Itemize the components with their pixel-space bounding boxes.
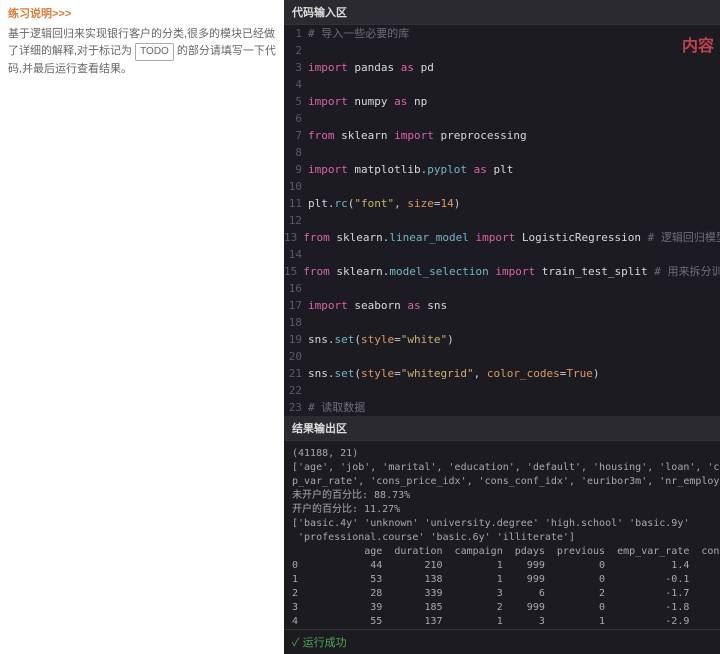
code-content[interactable] (308, 42, 720, 59)
code-content[interactable] (308, 212, 720, 229)
line-number: 7 (284, 127, 308, 144)
code-content[interactable] (308, 144, 720, 161)
code-content[interactable]: import numpy as np (308, 93, 720, 110)
code-line[interactable]: 14 (284, 246, 720, 263)
status-text: 运行成功 (303, 637, 347, 649)
code-line[interactable]: 15from sklearn.model_selection import tr… (284, 263, 720, 280)
code-line[interactable]: 5import numpy as np (284, 93, 720, 110)
code-content[interactable]: from sklearn.linear_model import Logisti… (303, 229, 720, 246)
code-line[interactable]: 9import matplotlib.pyplot as plt (284, 161, 720, 178)
code-line[interactable]: 20 (284, 348, 720, 365)
code-content[interactable]: plt.rc("font", size=14) (308, 195, 720, 212)
code-content[interactable]: import seaborn as sns (308, 297, 720, 314)
code-content[interactable] (308, 178, 720, 195)
line-number: 6 (284, 110, 308, 127)
code-content[interactable]: # 读取数据 (308, 399, 720, 416)
line-number: 21 (284, 365, 308, 382)
code-content[interactable] (308, 314, 720, 331)
line-number: 15 (284, 263, 303, 280)
line-number: 20 (284, 348, 308, 365)
code-content[interactable] (308, 382, 720, 399)
code-content[interactable]: import matplotlib.pyplot as plt (308, 161, 720, 178)
code-line[interactable]: 11plt.rc("font", size=14) (284, 195, 720, 212)
line-number: 3 (284, 59, 308, 76)
editor-panel: 内容 代码输入区 1# 导入一些必要的库23import pandas as p… (284, 0, 720, 654)
instructions-panel: 练习说明>>> 基于逻辑回归来实现银行客户的分类,很多的模块已经做了详细的解释,… (0, 0, 284, 654)
code-line[interactable]: 16 (284, 280, 720, 297)
code-line[interactable]: 4 (284, 76, 720, 93)
line-number: 16 (284, 280, 308, 297)
code-content[interactable] (308, 348, 720, 365)
code-section-header: 代码输入区 (284, 0, 720, 25)
watermark-text: 内容 (682, 32, 714, 56)
code-line[interactable]: 1# 导入一些必要的库 (284, 25, 720, 42)
code-content[interactable] (308, 246, 720, 263)
code-line[interactable]: 12 (284, 212, 720, 229)
code-line[interactable]: 10 (284, 178, 720, 195)
status-bar: 运行成功 (284, 629, 720, 654)
todo-badge: TODO (135, 43, 174, 61)
line-number: 12 (284, 212, 308, 229)
line-number: 8 (284, 144, 308, 161)
line-number: 23 (284, 399, 308, 416)
code-content[interactable]: from sklearn import preprocessing (308, 127, 720, 144)
code-line[interactable]: 22 (284, 382, 720, 399)
exercise-title: 练习说明>>> (8, 6, 276, 24)
output-console: (41188, 21) ['age', 'job', 'marital', 'e… (284, 441, 720, 629)
code-line[interactable]: 21sns.set(style="whitegrid", color_codes… (284, 365, 720, 382)
code-content[interactable] (308, 76, 720, 93)
line-number: 13 (284, 229, 303, 246)
line-number: 11 (284, 195, 308, 212)
code-content[interactable] (308, 110, 720, 127)
code-line[interactable]: 18 (284, 314, 720, 331)
code-line[interactable]: 7from sklearn import preprocessing (284, 127, 720, 144)
line-number: 9 (284, 161, 308, 178)
code-line[interactable]: 2 (284, 42, 720, 59)
code-line[interactable]: 6 (284, 110, 720, 127)
line-number: 19 (284, 331, 308, 348)
code-line[interactable]: 23# 读取数据 (284, 399, 720, 416)
line-number: 10 (284, 178, 308, 195)
code-line[interactable]: 17import seaborn as sns (284, 297, 720, 314)
code-content[interactable] (308, 280, 720, 297)
code-line[interactable]: 8 (284, 144, 720, 161)
line-number: 18 (284, 314, 308, 331)
code-editor[interactable]: 1# 导入一些必要的库23import pandas as pd45import… (284, 25, 720, 416)
line-number: 5 (284, 93, 308, 110)
code-line[interactable]: 13from sklearn.linear_model import Logis… (284, 229, 720, 246)
output-section-header: 结果输出区 (284, 416, 720, 441)
line-number: 1 (284, 25, 308, 42)
line-number: 2 (284, 42, 308, 59)
code-line[interactable]: 19sns.set(style="white") (284, 331, 720, 348)
exercise-description: 基于逻辑回归来实现银行客户的分类,很多的模块已经做了详细的解释,对于标记为 TO… (8, 26, 276, 79)
code-content[interactable]: from sklearn.model_selection import trai… (303, 263, 720, 280)
line-number: 14 (284, 246, 308, 263)
code-content[interactable]: sns.set(style="white") (308, 331, 720, 348)
code-content[interactable]: import pandas as pd (308, 59, 720, 76)
line-number: 4 (284, 76, 308, 93)
code-content[interactable]: # 导入一些必要的库 (308, 25, 720, 42)
code-content[interactable]: sns.set(style="whitegrid", color_codes=T… (308, 365, 720, 382)
line-number: 17 (284, 297, 308, 314)
code-line[interactable]: 3import pandas as pd (284, 59, 720, 76)
line-number: 22 (284, 382, 308, 399)
